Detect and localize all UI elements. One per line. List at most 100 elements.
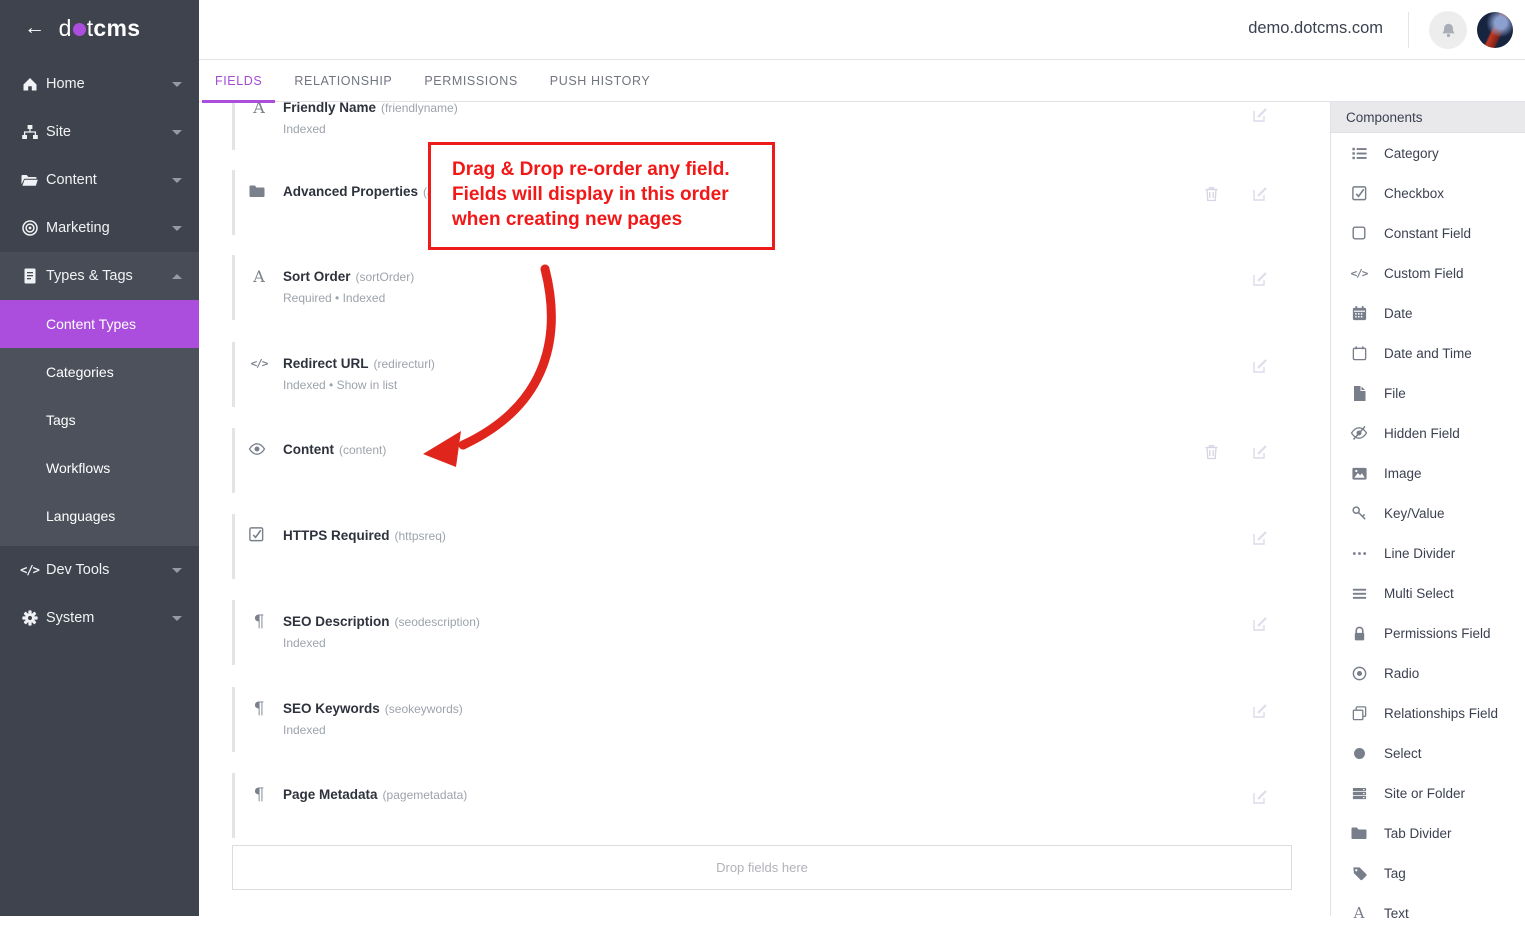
field-meta: Indexed (283, 723, 1294, 737)
radio-icon (1349, 663, 1369, 683)
component-line-divider[interactable]: Line Divider (1331, 533, 1525, 573)
components-panel: Components Category Checkbox Constant Fi… (1330, 102, 1525, 916)
edit-field-button[interactable] (1252, 107, 1268, 123)
field-row[interactable]: </> Redirect URL(redirecturl) Indexed • … (232, 342, 1294, 407)
field-variable: (friendlyname) (381, 102, 458, 115)
field-row[interactable]: A Sort Order(sortOrder) Required • Index… (232, 255, 1294, 320)
sidebar-subitem-label: Categories (46, 364, 114, 380)
edit-field-button[interactable] (1252, 358, 1268, 374)
component-tag[interactable]: Tag (1331, 853, 1525, 893)
sidebar-item-languages[interactable]: Languages (0, 492, 199, 540)
component-radio[interactable]: Radio (1331, 653, 1525, 693)
circle-icon (1349, 743, 1369, 763)
letter-a-icon: A (248, 267, 270, 287)
component-label: Date (1384, 306, 1413, 321)
component-label: Custom Field (1384, 266, 1464, 281)
component-hidden-field[interactable]: Hidden Field (1331, 413, 1525, 453)
component-label: File (1384, 386, 1406, 401)
edit-field-button[interactable] (1252, 616, 1268, 632)
delete-field-button[interactable] (1204, 444, 1220, 460)
sidebar-item-workflows[interactable]: Workflows (0, 444, 199, 492)
ellipsis-icon (1349, 543, 1369, 563)
field-row[interactable]: ¶ SEO Keywords(seokeywords) Indexed (232, 687, 1294, 752)
sidebar-subitem-label: Workflows (46, 460, 110, 476)
edit-field-button[interactable] (1252, 703, 1268, 719)
notifications-button[interactable] (1429, 11, 1467, 49)
current-site[interactable]: demo.dotcms.com (1248, 19, 1383, 38)
fields-list: A Friendly Name(friendlyname) Indexed Ad… (199, 102, 1330, 916)
annotation-line: Drag & Drop re-order any field. (452, 157, 772, 182)
code-icon: </> (1349, 263, 1369, 283)
sidebar-item-site[interactable]: Site (0, 108, 199, 156)
component-site-or-folder[interactable]: Site or Folder (1331, 773, 1525, 813)
tab-permissions[interactable]: PERMISSIONS (411, 60, 530, 102)
tab-push-history[interactable]: PUSH HISTORY (537, 60, 664, 102)
sidebar-item-content-types[interactable]: Content Types (0, 300, 199, 348)
component-category[interactable]: Category (1331, 133, 1525, 173)
tab-relationship[interactable]: RELATIONSHIP (281, 60, 405, 102)
field-row[interactable]: ¶ SEO Description(seodescription) Indexe… (232, 600, 1294, 665)
component-label: Date and Time (1384, 346, 1472, 361)
field-variable: (seokeywords) (385, 702, 463, 716)
tab-fields[interactable]: FIELDS (202, 60, 275, 102)
sidebar-item-home[interactable]: Home (0, 60, 199, 108)
edit-field-button[interactable] (1252, 444, 1268, 460)
dropzone-label: Drop fields here (716, 860, 808, 875)
component-date-and-time[interactable]: Date and Time (1331, 333, 1525, 373)
sidebar-item-tags[interactable]: Tags (0, 396, 199, 444)
component-checkbox[interactable]: Checkbox (1331, 173, 1525, 213)
delete-field-button[interactable] (1204, 186, 1220, 202)
folder-icon (248, 182, 270, 200)
edit-field-button[interactable] (1252, 271, 1268, 287)
component-constant-field[interactable]: Constant Field (1331, 213, 1525, 253)
field-row[interactable]: Content(content) (232, 428, 1294, 493)
tag-icon (1349, 863, 1369, 883)
annotation-line: when creating new pages (452, 207, 772, 232)
drop-fields-zone[interactable]: Drop fields here (232, 845, 1292, 890)
component-text[interactable]: A Text (1331, 893, 1525, 933)
component-key-value[interactable]: Key/Value (1331, 493, 1525, 533)
component-file[interactable]: File (1331, 373, 1525, 413)
component-multi-select[interactable]: Multi Select (1331, 573, 1525, 613)
lock-icon (1349, 623, 1369, 643)
sidebar-item-types-tags[interactable]: Types & Tags (0, 252, 199, 300)
edit-field-button[interactable] (1252, 789, 1268, 805)
field-meta: Indexed (283, 122, 1294, 136)
sidebar-item-label: Site (46, 124, 71, 140)
component-select[interactable]: Select (1331, 733, 1525, 773)
chevron-down-icon (172, 130, 182, 135)
logo-text: cms (93, 15, 140, 41)
eye-slash-icon (1349, 423, 1369, 443)
sidebar-item-label: Types & Tags (46, 268, 133, 284)
field-row[interactable]: HTTPS Required(httpsreq) (232, 514, 1294, 579)
edit-field-button[interactable] (1252, 186, 1268, 202)
field-name: HTTPS Required (283, 528, 390, 543)
folder-icon (1349, 823, 1369, 843)
user-avatar[interactable] (1477, 12, 1513, 48)
component-custom-field[interactable]: </> Custom Field (1331, 253, 1525, 293)
edit-field-button[interactable] (1252, 530, 1268, 546)
component-relationships-field[interactable]: Relationships Field (1331, 693, 1525, 733)
component-date[interactable]: Date (1331, 293, 1525, 333)
component-image[interactable]: Image (1331, 453, 1525, 493)
checkbox-icon (248, 526, 270, 543)
file-icon (1349, 383, 1369, 403)
sidebar-item-marketing[interactable]: Marketing (0, 204, 199, 252)
sidebar-item-dev-tools[interactable]: </> Dev Tools (0, 546, 199, 594)
field-row[interactable]: ¶ Page Metadata(pagemetadata) (232, 773, 1294, 838)
field-variable: (sortOrder) (356, 270, 415, 284)
sidebar-item-categories[interactable]: Categories (0, 348, 199, 396)
target-icon (20, 219, 39, 238)
sidebar-item-system[interactable]: System (0, 594, 199, 642)
component-label: Permissions Field (1384, 626, 1491, 641)
document-icon (20, 267, 39, 286)
annotation-box: Drag & Drop re-order any field. Fields w… (428, 142, 775, 250)
folder-open-icon (20, 171, 39, 190)
component-tab-divider[interactable]: Tab Divider (1331, 813, 1525, 853)
components-header: Components (1331, 102, 1525, 133)
field-variable: (seodescription) (395, 615, 480, 629)
sidebar-item-label: Content (46, 172, 97, 188)
divider (1408, 12, 1409, 48)
component-permissions-field[interactable]: Permissions Field (1331, 613, 1525, 653)
sidebar-item-content[interactable]: Content (0, 156, 199, 204)
